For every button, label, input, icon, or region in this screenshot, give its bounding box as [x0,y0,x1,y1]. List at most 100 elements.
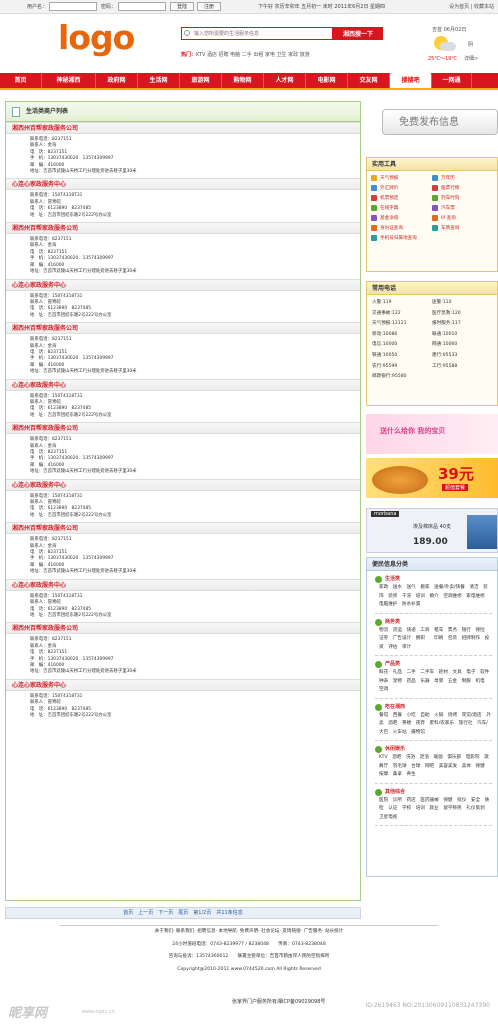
tool-label: 手机号归属地查询 [380,236,417,241]
tool-label: 机票预定 [380,196,399,201]
ad-banner-pizza[interactable]: 39元 超值套餐 [366,458,498,498]
search-button[interactable]: 湘西搜一下 [333,27,383,40]
nav-item[interactable]: 搜搜吧 [390,73,432,88]
merchant-title[interactable]: 心连心家政服务中心 [6,378,360,391]
phone-entry: 移动:10086 [372,331,398,337]
weather-detail-link[interactable]: 详细> [464,55,478,62]
merchant-title[interactable]: 心连心家政服务中心 [6,278,360,291]
nav-item[interactable]: 政府网 [96,73,138,88]
category-heading[interactable]: 产品类 [375,660,492,669]
category-items[interactable]: 医院 诊所 药店 医药器械 保健 殡仪 安全 质检 认证 学校 培训 就业 留学… [375,797,492,823]
password-input[interactable] [118,2,167,11]
tool-link[interactable]: 机票预定 [371,194,432,204]
merchant-title[interactable]: 心连心家政服务中心 [6,678,360,691]
merchant-title[interactable]: 心连心家政服务中心 [6,178,360,191]
category-heading[interactable]: 吃在湘西 [375,703,492,712]
merchant-details: 联系电话：150T4318T31 联系人：冒胃皖电 话：6123890 82374… [6,691,360,723]
merchant-details: 联系电话：150T4318T31 联系人：冒胃皖电 话：6123890 82374… [6,391,360,423]
ad-pizza-price: 39元 [438,465,474,483]
watermark-logo: 昵享网 [8,1006,48,1021]
nav-item[interactable]: 人才网 [264,73,306,88]
ad-bedding-brand: morbana [371,511,400,517]
merchant-entry: 湘西州百帮家政服务公司 联系电话：8237151 联系人：金海电 话：8237151… [6,522,360,578]
tool-link[interactable]: 汽车票 [432,204,493,214]
category-items[interactable]: 鲜花 礼品 二手 二手车 耗材 文具 电子 软件 钟表 宠物 药品 乐器 母婴 … [375,669,494,695]
category-heading[interactable]: 其他综合 [375,788,492,797]
merchant-title[interactable]: 湘西州百帮家政服务公司 [6,622,360,635]
nav-item[interactable]: 交友网 [348,73,390,88]
top-shortcut-links[interactable]: 设为首页 | 收藏本站 [449,3,494,10]
tool-link[interactable]: 外汇牌价 [371,184,432,194]
tool-link[interactable]: 天气预报 [371,174,432,184]
merchant-title[interactable]: 心连心家政服务中心 [6,478,360,491]
merchant-title[interactable]: 心连心家政服务中心 [6,578,360,591]
merchant-detail-line: 地 址：吉首市团结东路2号222号办公室 [30,412,112,418]
nav-item[interactable]: 一网通 [432,73,472,88]
register-button[interactable]: 注册 [197,2,222,11]
footer-links[interactable]: 关于我们· 联系我们· 招聘信息· 本地导航· 免费声明· 社会论坛· 友情链接… [0,926,498,939]
search-icon [184,30,190,36]
free-post-button[interactable]: 免费发布信息 [382,109,498,135]
nav-item[interactable]: 生活网 [138,73,180,88]
ad-banner-gift[interactable]: 送什么给你 我的宝贝 [366,414,498,454]
nav-item[interactable]: 首页 [0,73,42,88]
sidebar: 免费发布信息 实用工具 天气预报 万年历 外汇牌价 股票行情 机票预定 列车时刻 在线字典 汽… [366,101,498,917]
tool-link[interactable]: 股票行情 [432,184,493,194]
merchant-detail-line: 地 址：吉首市团结东路2号222号办公室 [30,312,112,318]
tool-link[interactable]: 万年历 [432,174,493,184]
nav-item[interactable]: 购物网 [222,73,264,88]
phone-entry: 联通:10010 [432,331,458,337]
phone-entry: 电信:10000 [372,342,398,348]
footer-hotline: 24小时值班电话：0743-8239977 / 8238048 传真：0743-… [172,941,326,947]
merchant-title[interactable]: 湘西州百帮家政服务公司 [6,122,360,134]
tool-link[interactable]: 列车时刻 [432,194,493,204]
phone-entry: 铁通:10050 [372,352,398,358]
merchant-detail-line: 地址：吉首市武陵山天桥工行分理处旁进去巷子里30米 [30,569,137,575]
login-button[interactable]: 登陆 [170,2,195,11]
merchant-detail-line: 地址：吉首市武陵山天桥工行分理处旁进去巷子里30米 [30,369,137,375]
nav-item[interactable]: 旅游网 [180,73,222,88]
merchant-details: 联系电话：8237151 联系人：金海电 话：8237151 手 机：1303743… [6,334,360,378]
footer: 关于我们· 联系我们· 招聘信息· 本地导航· 免费声明· 社会论坛· 友情链接… [0,925,498,976]
merchant-title[interactable]: 湘西州百帮家政服务公司 [6,422,360,435]
category-items[interactable]: 家政 送水 送气 搬家 送餐/外卖/快餐 清洁 装饰 装修 干洗 培训 婚介 空… [375,584,492,610]
phone-entry: 火警:119 [372,300,392,305]
merchant-title[interactable]: 湘西州百帮家政服务公司 [6,522,360,535]
merchant-title[interactable]: 湘西州百帮家政服务公司 [6,222,360,235]
category-group: 生活类 家政 送水 送气 搬家 送餐/外卖/快餐 清洁 装饰 装修 干洗 培训 婚… [375,575,492,614]
category-items[interactable]: 餐馆 西餐 小吃 自助 火锅 烧烤 宾馆/酒店 外卖 酒吧 茶楼 夜宵 废料/农… [375,712,492,738]
cloud-icon [440,42,456,51]
ad-bedding-name: 埃及棉床品 40支 [413,524,451,530]
search-input[interactable] [181,27,333,40]
tool-icon [432,204,438,211]
hot-link-list[interactable]: KTV 酒店 招聘 电脑 二手 出租 家电 卫生 家政 旅游 [196,52,310,58]
nav-item[interactable]: 电影网 [306,73,348,88]
category-heading[interactable]: 生活类 [375,575,492,584]
merchant-entry: 湘西州百帮家政服务公司 联系电话：8237151 联系人：金海电 话：8237151… [6,422,360,478]
category-items[interactable]: KTV 酒吧 洗浴 足浴 瑜伽 俱乐部 电影院 歌舞厅 羽毛球 台球 网吧 美容… [375,754,492,780]
username-input[interactable] [49,2,98,11]
ad-banner-bedding[interactable]: morbana 埃及棉床品 40支 189.00 [366,508,498,553]
tool-link[interactable]: 基金净值 [371,214,432,224]
site-logo[interactable]: logo [58,20,135,56]
merchant-title[interactable]: 湘西州百帮家政服务公司 [6,322,360,335]
merchant-details: 联系电话：8237151 联系人：金海电 话：8237151 手 机：1303743… [6,434,360,478]
pagination[interactable]: 首页 上一页 下一页 尾页 第1/2页 共11条信息 [5,907,361,919]
tool-link[interactable] [432,234,493,244]
phone-entry: 匪警:110 [432,300,452,305]
tool-link[interactable]: 车牌查询 [432,224,493,234]
hot-links: 热门：KTV 酒店 招聘 电脑 二手 出租 家电 卫生 家政 旅游 [181,51,310,58]
tool-label: 股票行情 [441,186,460,191]
convenience-categories: 便民信息分类 生活类 家政 送水 送气 搬家 送餐/外卖/快餐 清洁 装饰 装修 … [366,557,498,877]
tool-icon [371,184,377,191]
tool-link[interactable]: IP 查询 [432,214,493,224]
merchant-entry: 湘西州百帮家政服务公司 联系电话：8237151 联系人：金海电 话：8237151… [6,122,360,178]
tool-label: 汽车票 [441,206,455,211]
tool-link[interactable]: 在线字典 [371,204,432,214]
nav-item[interactable]: 神秘湘西 [42,73,96,88]
category-heading[interactable]: 休闲娱乐 [375,745,492,754]
tool-link[interactable]: 身份证查询 [371,224,432,234]
category-items[interactable]: 物流 货运 快递 工商 租车 票务 银行 保险 证券 广告设计 拥职 印刷 包装… [375,627,492,653]
category-heading[interactable]: 商务类 [375,618,492,627]
tool-link[interactable]: 手机号归属地查询 [371,234,432,244]
